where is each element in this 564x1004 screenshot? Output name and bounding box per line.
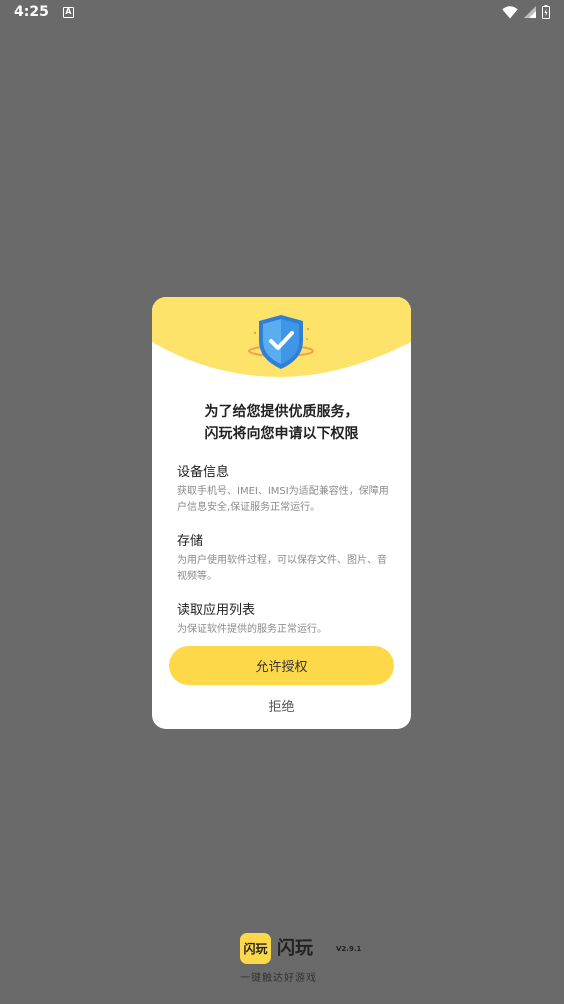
shield-check-icon [247, 311, 315, 375]
permission-title: 设备信息 [177, 465, 230, 480]
wifi-icon [502, 5, 518, 19]
dialog-title-line1: 为了给您提供优质服务， [204, 404, 359, 420]
dialog-title: 为了给您提供优质服务， 闪玩将向您申请以下权限 [152, 401, 411, 445]
status-bar: 4:25 A [0, 0, 564, 24]
brand-footer: 闪玩 闪玩 V2.9.1 一键触达好游戏 [240, 933, 364, 985]
permission-title: 读取应用列表 [177, 603, 256, 618]
permission-desc: 为保证软件提供的服务正常运行。 [177, 624, 327, 635]
brand-logo: 闪玩 [240, 933, 271, 964]
dialog-header [152, 297, 411, 377]
status-right [502, 5, 550, 19]
permission-device-info: 设备信息 获取手机号、IMEI、IMSI为适配兼容性，保障用户信息安全,保证服务… [177, 464, 389, 516]
permission-app-list: 读取应用列表 为保证软件提供的服务正常运行。 [177, 602, 389, 638]
permission-dialog: 为了给您提供优质服务， 闪玩将向您申请以下权限 设备信息 获取手机号、IMEI、… [152, 297, 411, 729]
status-left: 4:25 A [14, 4, 74, 20]
notification-app-icon: A [62, 6, 74, 18]
brand-version: V2.9.1 [336, 945, 362, 953]
brand-name: 闪玩 [277, 938, 313, 959]
battery-icon [542, 5, 550, 19]
permission-storage: 存储 为用户使用软件过程，可以保存文件、图片、音视频等。 [177, 533, 389, 585]
permission-desc: 获取手机号、IMEI、IMSI为适配兼容性，保障用户信息安全,保证服务正常运行。 [177, 486, 389, 513]
allow-button[interactable]: 允许授权 [169, 646, 394, 685]
deny-button[interactable]: 拒绝 [152, 697, 411, 719]
brand-slogan: 一键触达好游戏 [240, 973, 317, 984]
signal-icon [524, 6, 536, 18]
status-time: 4:25 [14, 4, 49, 20]
dialog-title-line2: 闪玩将向您申请以下权限 [204, 426, 359, 442]
permission-title: 存储 [177, 534, 204, 549]
permission-desc: 为用户使用软件过程，可以保存文件、图片、音视频等。 [177, 555, 387, 582]
